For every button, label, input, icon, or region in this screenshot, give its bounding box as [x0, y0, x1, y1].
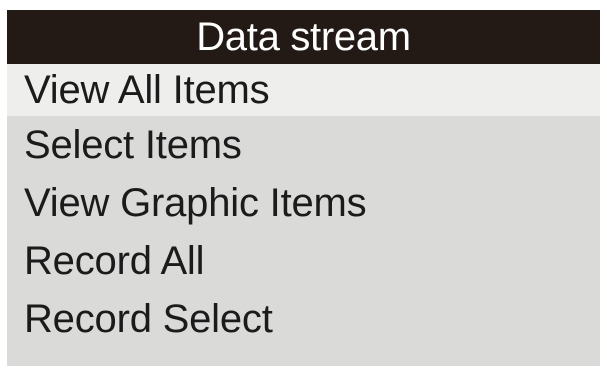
menu-item-view-graphic-items[interactable]: View Graphic Items	[7, 174, 600, 232]
menu-item-record-select[interactable]: Record Select	[7, 290, 600, 348]
menu-item-view-all-items[interactable]: View All Items	[7, 64, 600, 116]
title-bar: Data stream	[7, 10, 600, 64]
device-screen: Data stream View All Items Select Items …	[7, 10, 600, 366]
menu-item-select-items[interactable]: Select Items	[7, 116, 600, 174]
page-title: Data stream	[196, 15, 411, 59]
data-stream-menu: View All Items Select Items View Graphic…	[7, 64, 600, 348]
menu-item-record-all[interactable]: Record All	[7, 232, 600, 290]
